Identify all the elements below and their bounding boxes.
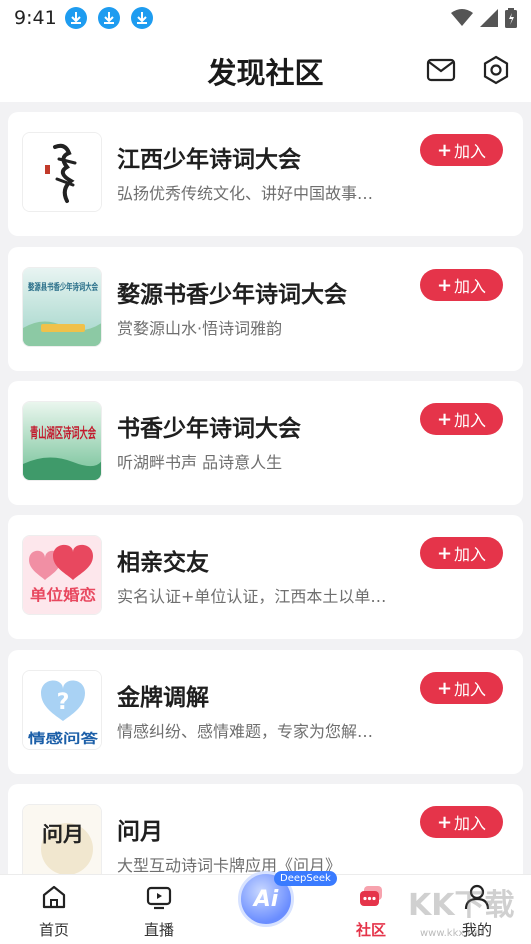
settings-button[interactable] bbox=[479, 53, 513, 87]
plus-icon: + bbox=[436, 139, 453, 161]
join-label: 加入 bbox=[454, 680, 487, 699]
watermark-url: www.kkx.net bbox=[420, 928, 484, 939]
community-thumbnail: 婺源县书香少年诗词大会 bbox=[22, 267, 102, 347]
header: 发现社区 bbox=[0, 36, 531, 102]
mail-icon bbox=[426, 58, 456, 82]
community-thumbnail: 单位婚恋 bbox=[22, 535, 102, 615]
ai-label: Ai bbox=[253, 886, 279, 912]
join-label: 加入 bbox=[454, 411, 487, 430]
join-label: 加入 bbox=[454, 277, 487, 296]
list-item[interactable]: 问月 问月 大型互动诗词卡牌应用《问月》 + 加入 bbox=[8, 784, 523, 874]
community-thumbnail: 青山湖区诗词大会 bbox=[22, 401, 102, 481]
join-button[interactable]: + 加入 bbox=[420, 269, 503, 301]
join-button[interactable]: + 加入 bbox=[420, 403, 503, 435]
card-desc: 弘扬优秀传统文化、讲好中国故事… bbox=[117, 184, 374, 203]
card-desc: 听湖畔书声 品诗意人生 bbox=[117, 453, 283, 472]
list-item[interactable]: ? 情感问答 金牌调解 情感纠纷、感情难题，专家为您解… + 加入 bbox=[8, 650, 523, 774]
thumb-text: 情感问答 bbox=[28, 731, 99, 747]
wifi-icon bbox=[451, 9, 473, 26]
join-label: 加入 bbox=[454, 814, 487, 833]
thumb-text: 青山湖区诗词大会 bbox=[30, 425, 97, 442]
tab-community[interactable]: 社区 bbox=[331, 875, 411, 944]
card-title: 婺源书香少年诗词大会 bbox=[117, 282, 347, 308]
tab-live[interactable]: 直播 bbox=[119, 875, 199, 944]
live-icon bbox=[146, 886, 172, 910]
status-time: 9:41 bbox=[14, 7, 57, 29]
join-button[interactable]: + 加入 bbox=[420, 537, 503, 569]
plus-icon: + bbox=[436, 542, 453, 564]
list-item[interactable]: 单位婚恋 相亲交友 实名认证+单位认证，江西本土以单… + 加入 bbox=[8, 515, 523, 639]
home-icon bbox=[42, 885, 66, 909]
card-desc: 赏婺源山水·悟诗词雅韵 bbox=[117, 319, 283, 338]
community-thumbnail: ? 情感问答 bbox=[22, 670, 102, 750]
card-desc: 情感纠纷、感情难题，专家为您解… bbox=[117, 722, 374, 741]
card-title: 书香少年诗词大会 bbox=[117, 416, 301, 442]
tab-label: 社区 bbox=[355, 921, 386, 939]
join-label: 加入 bbox=[454, 545, 487, 564]
card-title: 金牌调解 bbox=[117, 685, 209, 711]
card-desc: 实名认证+单位认证，江西本土以单… bbox=[117, 587, 387, 606]
plus-icon: + bbox=[436, 408, 453, 430]
plus-icon: + bbox=[436, 677, 453, 699]
svg-text:?: ? bbox=[57, 690, 70, 715]
thumb-text: 单位婚恋 bbox=[30, 586, 96, 604]
settings-icon bbox=[483, 55, 509, 85]
download-icon bbox=[64, 7, 87, 29]
mail-button[interactable] bbox=[424, 53, 458, 87]
join-button[interactable]: + 加入 bbox=[420, 806, 503, 838]
community-thumbnail: 问月 bbox=[22, 804, 102, 874]
community-thumbnail bbox=[22, 132, 102, 212]
thumb-text: 婺源县书香少年诗词大会 bbox=[28, 281, 99, 293]
watermark: KK下载 bbox=[408, 888, 515, 923]
community-icon bbox=[360, 886, 382, 906]
tab-label: 直播 bbox=[143, 921, 174, 939]
download-icon bbox=[97, 7, 120, 29]
join-button[interactable]: + 加入 bbox=[420, 134, 503, 166]
card-title: 江西少年诗词大会 bbox=[117, 147, 301, 173]
plus-icon: + bbox=[436, 811, 453, 833]
deepseek-badge: DeepSeek bbox=[274, 871, 337, 886]
signal-icon bbox=[480, 9, 498, 27]
list-item[interactable]: 婺源县书香少年诗词大会 婺源书香少年诗词大会 赏婺源山水·悟诗词雅韵 +加入 bbox=[8, 247, 523, 371]
tab-home[interactable]: 首页 bbox=[14, 875, 94, 944]
join-button[interactable]: + 加入 bbox=[420, 672, 503, 704]
join-label: 加入 bbox=[454, 142, 487, 161]
download-icon bbox=[130, 7, 153, 29]
list-item[interactable]: 青山湖区诗词大会 书香少年诗词大会 听湖畔书声 品诗意人生 +加入 bbox=[8, 381, 523, 505]
status-bar: 9:41 bbox=[0, 0, 531, 36]
list-item[interactable]: 江西少年诗词大会 弘扬优秀传统文化、讲好中国故事… + 加入 bbox=[8, 112, 523, 236]
thumb-text: 问月 bbox=[42, 822, 84, 846]
card-title: 问月 bbox=[117, 819, 163, 845]
battery-icon bbox=[505, 8, 517, 28]
community-list[interactable]: 江西少年诗词大会 弘扬优秀传统文化、讲好中国故事… +加入 婺源县书香少年诗词大… bbox=[0, 102, 531, 874]
plus-icon: + bbox=[436, 274, 453, 296]
card-title: 相亲交友 bbox=[117, 550, 209, 576]
tab-label: 首页 bbox=[38, 921, 69, 939]
